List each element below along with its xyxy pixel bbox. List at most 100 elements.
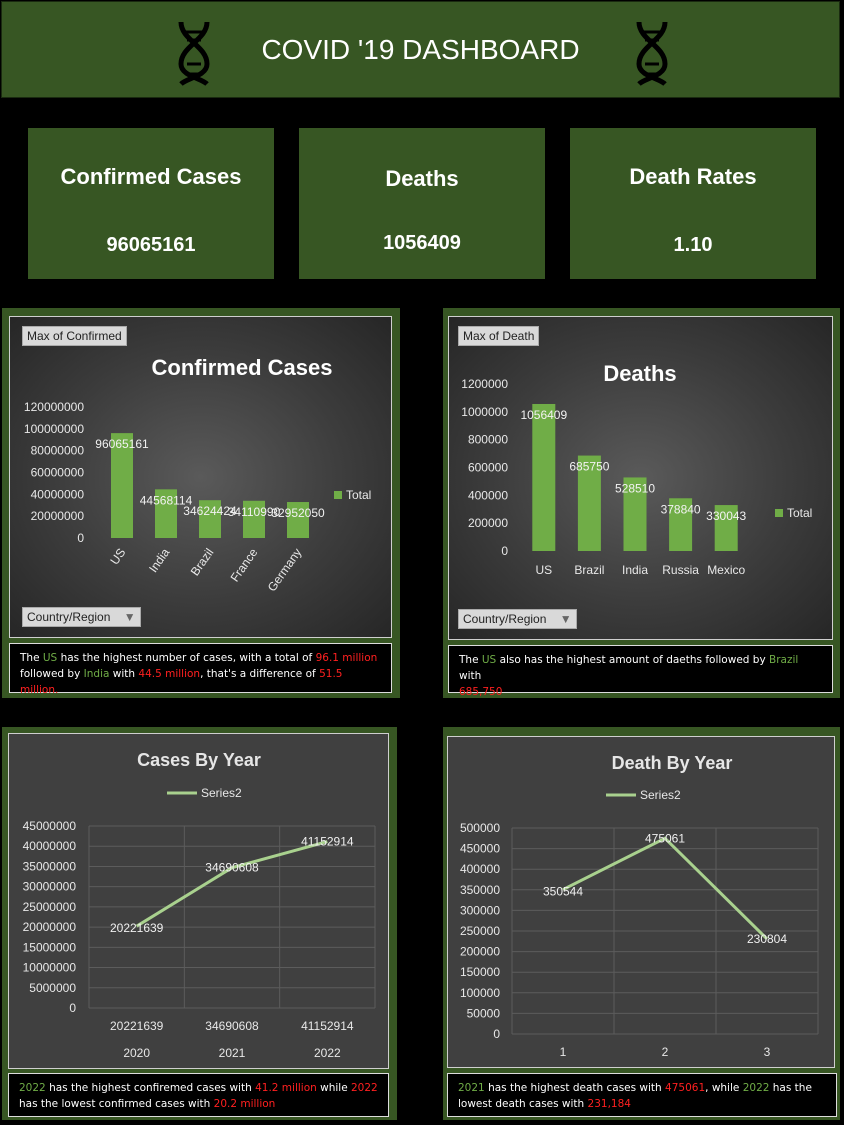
filter-chip[interactable]: Country/Region ▼	[22, 607, 141, 627]
y-tick-label: 300000	[460, 903, 500, 917]
y-tick-label: 20000000	[23, 920, 77, 934]
chart-title: Confirmed Cases	[152, 355, 333, 380]
deaths-chart-svg: Deaths 0 200000 400000 600000 800000 1000000 12…	[461, 361, 812, 577]
legend-label: Series2	[201, 786, 242, 800]
y-tick-label: 600000	[468, 461, 508, 475]
data-label: 20221639	[110, 921, 164, 935]
y-tick-label: 200000	[468, 516, 508, 530]
x-tick-label: Germany	[265, 546, 305, 594]
confirmed-chart-svg: Confirmed Cases 0 20000000 40000000 60000000…	[24, 355, 371, 594]
y-tick-label: 1200000	[461, 377, 508, 391]
note-text: with	[109, 668, 139, 680]
x-tick-label: 2020	[123, 1046, 150, 1060]
y-tick-label: 30000000	[23, 880, 77, 894]
y-tick-label: 1000000	[461, 405, 508, 419]
filter-chip-label: Country/Region	[463, 612, 547, 626]
note-highlight: 2022	[19, 1082, 46, 1094]
x-tick-label: US	[107, 546, 128, 568]
note-text: followed by	[20, 668, 84, 680]
page-title: COVID '19 DASHBOARD	[261, 34, 580, 65]
x-tick-label: 2021	[219, 1046, 246, 1060]
data-label: 330043	[706, 509, 746, 523]
note-highlight: US	[42, 652, 58, 664]
series-line	[135, 840, 328, 928]
field-chip[interactable]: Max of Confirmed	[22, 326, 127, 346]
x-tick-label: US	[535, 563, 552, 577]
note-text: lowest death cases with	[458, 1098, 588, 1110]
x-tick-label: Mexico	[707, 563, 745, 577]
confirmed-note: The US has the highest number of cases, …	[9, 643, 392, 696]
chart-title: Deaths	[603, 361, 676, 386]
x-tick-label: France	[228, 545, 261, 584]
y-tick-label: 0	[77, 531, 84, 545]
legend-swatch	[775, 509, 783, 517]
confirmed-chart: Confirmed Cases 0 20000000 40000000 60000000…	[9, 316, 392, 638]
kpi-card-deaths: Deaths 1056409	[299, 128, 545, 279]
x-tick-label: 3	[764, 1045, 771, 1059]
kpi-value: 1.10	[673, 234, 713, 256]
note-text: has the lowest confirmed cases with	[19, 1098, 214, 1110]
note-highlight: 2022	[742, 1082, 770, 1094]
cases-year-chart: Cases By Year 0 5000000 10000000 15000000 200…	[8, 733, 389, 1069]
legend-swatch	[334, 491, 342, 499]
data-label: 34690608	[205, 861, 259, 875]
y-tick-label: 5000000	[29, 981, 76, 995]
y-tick-label: 200000	[460, 945, 500, 959]
y-tick-label: 50000	[467, 1006, 501, 1020]
note-text: also has the highest amount of daeths fo…	[496, 654, 769, 666]
x-tick-label: India	[622, 563, 648, 577]
note-text: while	[316, 1082, 351, 1094]
y-tick-label: 100000	[460, 986, 500, 1000]
data-label: 230804	[747, 932, 787, 946]
filter-funnel-icon: ▼	[559, 612, 572, 626]
deaths-note: The US also has the highest amount of da…	[448, 645, 833, 698]
y-tick-label: 800000	[468, 433, 508, 447]
note-text: has the highest number of cases, with a …	[57, 652, 316, 664]
deaths-chart: Deaths 0 200000 400000 600000 800000 1000000 12…	[448, 316, 833, 640]
filter-chip-label: Country/Region	[27, 610, 111, 624]
y-tick-label: 500000	[460, 821, 500, 835]
note-highlight: Brazil	[769, 654, 799, 666]
kpi-card-death-rate: Death Rates 1.10	[570, 128, 816, 279]
note-value: 231,184	[587, 1098, 631, 1110]
field-chip[interactable]: Max of Death	[458, 326, 540, 346]
note-value: 44.5 million	[138, 668, 201, 680]
note-value: 475061	[665, 1082, 706, 1094]
dna-icon	[636, 21, 668, 86]
bar	[532, 403, 556, 551]
y-tick-label: 40000000	[23, 839, 77, 853]
cases-year-note: 2022 has the highest confiremed cases wi…	[8, 1073, 389, 1117]
filter-funnel-icon: ▼	[123, 610, 136, 624]
y-tick-label: 25000000	[23, 900, 77, 914]
y-tick-label: 0	[69, 1001, 76, 1015]
kpi-label: Death Rates	[629, 164, 757, 189]
death-year-chart: Death By Year 0 50000 100000 150000 200000 250…	[447, 736, 835, 1068]
data-label: 685750	[569, 460, 609, 474]
x-tick-label: 1	[560, 1045, 567, 1059]
y-tick-label: 400000	[468, 488, 508, 502]
table-value: 20221639	[110, 1019, 164, 1033]
note-text: has the highest death cases with	[484, 1082, 666, 1094]
legend-label: Total	[787, 506, 812, 520]
y-tick-label: 40000000	[31, 487, 85, 501]
data-label: 41152914	[301, 835, 354, 849]
y-tick-label: 120000000	[24, 400, 84, 414]
y-tick-label: 60000000	[31, 466, 85, 480]
filter-chip[interactable]: Country/Region ▼	[458, 609, 577, 629]
y-tick-label: 450000	[460, 842, 500, 856]
note-highlight: India	[83, 668, 110, 680]
note-text: has the	[769, 1082, 812, 1094]
data-label: 96065161	[95, 437, 149, 451]
chart-title: Cases By Year	[137, 750, 261, 770]
note-value: 2022	[351, 1082, 378, 1094]
kpi-label: Deaths	[385, 166, 459, 191]
data-label: 350544	[543, 885, 583, 899]
kpi-value: 1056409	[383, 232, 461, 254]
y-tick-label: 10000000	[23, 961, 77, 975]
y-tick-label: 250000	[460, 924, 500, 938]
x-tick-label: Russia	[662, 563, 699, 577]
note-value: 685,750	[459, 686, 503, 698]
x-tick-label: 2022	[314, 1046, 341, 1060]
death-year-note: 2021 has the highest death cases with 47…	[447, 1073, 837, 1117]
x-tick-label: Brazil	[574, 563, 604, 577]
